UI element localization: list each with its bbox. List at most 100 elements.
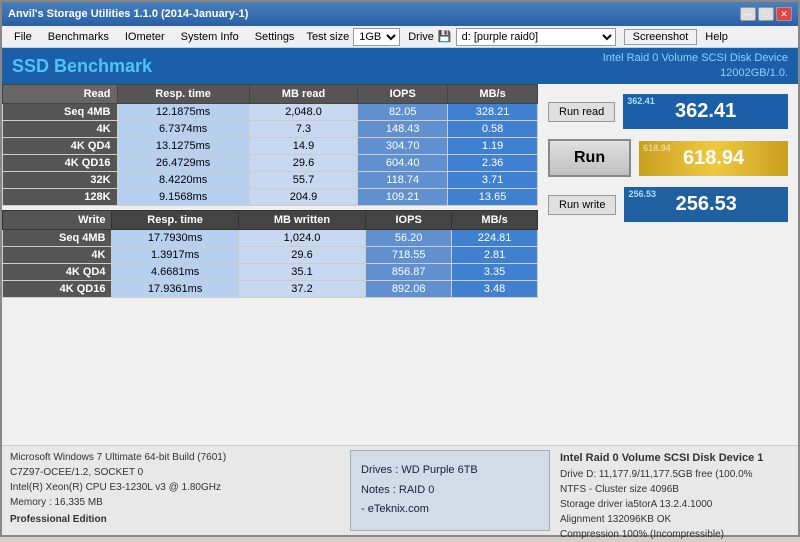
bottom-bar: Microsoft Windows 7 Ultimate 64-bit Buil… [2, 445, 798, 535]
minimize-button[interactable]: ─ [740, 7, 756, 21]
write-score-sublabel: 256.53 [628, 189, 656, 199]
col-mbs: MB/s [448, 85, 538, 104]
row-label: Seq 4MB [3, 104, 118, 121]
row-resp: 6.7374ms [117, 121, 249, 138]
drives-line1: Drives : WD Purple 6TB [361, 461, 539, 481]
row-mb: 2,048.0 [249, 104, 358, 121]
row-label: 4K [3, 121, 118, 138]
test-size-group: Test size 1GB 4GB 8GB [306, 28, 400, 46]
header-bar: SSD Benchmark Intel Raid 0 Volume SCSI D… [2, 48, 798, 84]
title-bar: Anvil's Storage Utilities 1.1.0 (2014-Ja… [2, 2, 798, 26]
read-score-box: 362.41 362.41 [623, 94, 788, 129]
table-row: 4K QD16 17.9361ms 37.2 892.08 3.48 [3, 281, 538, 298]
table-row: Seq 4MB 12.1875ms 2,048.0 82.05 328.21 [3, 104, 538, 121]
help-menu[interactable]: Help [697, 29, 736, 45]
file-menu[interactable]: File [6, 29, 40, 45]
col-mb-written: MB written [238, 211, 365, 230]
row-mb: 1,024.0 [238, 230, 365, 247]
table-row: 128K 9.1568ms 204.9 109.21 13.65 [3, 189, 538, 206]
window-controls: ─ □ ✕ [740, 7, 792, 21]
table-row: 4K QD16 26.4729ms 29.6 604.40 2.36 [3, 155, 538, 172]
row-mbs: 2.36 [448, 155, 538, 172]
row-mbs: 0.58 [448, 121, 538, 138]
drives-line2: Notes : RAID 0 [361, 481, 539, 501]
table-row: 32K 8.4220ms 55.7 118.74 3.71 [3, 172, 538, 189]
run-write-button[interactable]: Run write [548, 195, 616, 215]
row-iops: 109.21 [358, 189, 448, 206]
row-resp: 17.9361ms [112, 281, 238, 298]
row-iops: 856.87 [366, 264, 452, 281]
iometer-menu[interactable]: IOmeter [117, 29, 173, 45]
col-resp-time-w: Resp. time [112, 211, 238, 230]
drive-group: Drive 💾 d: [purple raid0] [408, 28, 615, 46]
row-label: 128K [3, 189, 118, 206]
col-resp-time: Resp. time [117, 85, 249, 104]
col-read: Read [3, 85, 118, 104]
row-label: 4K QD16 [3, 155, 118, 172]
row-label: Seq 4MB [3, 230, 112, 247]
row-mbs: 13.65 [448, 189, 538, 206]
run-total-group: Run 618.94 618.94 [548, 139, 788, 177]
screenshot-button[interactable]: Screenshot [624, 29, 698, 45]
benchmark-area: Read Resp. time MB read IOPS MB/s Seq 4M… [2, 84, 538, 445]
sys-line-3: Intel(R) Xeon(R) CPU E3-1230L v3 @ 1.80G… [10, 480, 340, 495]
read-table: Read Resp. time MB read IOPS MB/s Seq 4M… [2, 84, 538, 206]
row-iops: 56.20 [366, 230, 452, 247]
test-size-label: Test size [306, 31, 349, 43]
drive-select[interactable]: d: [purple raid0] [456, 28, 616, 46]
professional-edition-label: Professional Edition [10, 512, 340, 527]
row-mb: 55.7 [249, 172, 358, 189]
col-iops-w: IOPS [366, 211, 452, 230]
row-mb: 7.3 [249, 121, 358, 138]
row-iops: 892.08 [366, 281, 452, 298]
row-mb: 37.2 [238, 281, 365, 298]
system-info-menu[interactable]: System Info [173, 29, 247, 45]
benchmarks-menu[interactable]: Benchmarks [40, 29, 117, 45]
device-detail-line5: Alignment 132096KB OK [560, 512, 790, 527]
close-button[interactable]: ✕ [776, 7, 792, 21]
table-row: 4K QD4 4.6681ms 35.1 856.87 3.35 [3, 264, 538, 281]
row-iops: 304.70 [358, 138, 448, 155]
read-score-value: 362.41 [675, 100, 736, 122]
device-detail-line6: Compression 100% (Incompressible) [560, 527, 790, 542]
read-header-row: Read Resp. time MB read IOPS MB/s [3, 85, 538, 104]
write-table: Write Resp. time MB written IOPS MB/s Se… [2, 210, 538, 298]
row-mbs: 1.19 [448, 138, 538, 155]
run-read-button[interactable]: Run read [548, 102, 615, 122]
row-label: 4K QD4 [3, 264, 112, 281]
row-label: 4K [3, 247, 112, 264]
menu-bar: File Benchmarks IOmeter System Info Sett… [2, 26, 798, 48]
run-read-group: Run read 362.41 362.41 [548, 94, 788, 129]
run-button[interactable]: Run [548, 139, 631, 177]
row-mbs: 3.35 [452, 264, 538, 281]
test-size-select[interactable]: 1GB 4GB 8GB [353, 28, 400, 46]
row-mb: 35.1 [238, 264, 365, 281]
system-info: Microsoft Windows 7 Ultimate 64-bit Buil… [10, 450, 350, 531]
row-resp: 26.4729ms [117, 155, 249, 172]
maximize-button[interactable]: □ [758, 7, 774, 21]
device-detail-line1: Intel Raid 0 Volume SCSI Disk Device 1 [560, 450, 790, 467]
row-resp: 1.3917ms [112, 247, 238, 264]
row-label: 4K QD16 [3, 281, 112, 298]
settings-menu[interactable]: Settings [247, 29, 303, 45]
col-mbs-w: MB/s [452, 211, 538, 230]
read-score-sublabel: 362.41 [627, 96, 655, 106]
drives-notes: Drives : WD Purple 6TB Notes : RAID 0 - … [350, 450, 550, 531]
row-iops: 82.05 [358, 104, 448, 121]
drive-label: Drive [408, 31, 434, 43]
drives-line3: - eTeknix.com [361, 500, 539, 520]
row-iops: 604.40 [358, 155, 448, 172]
total-score-value: 618.94 [683, 147, 744, 169]
row-mbs: 3.71 [448, 172, 538, 189]
row-mbs: 224.81 [452, 230, 538, 247]
device-info: Intel Raid 0 Volume SCSI Disk Device 120… [603, 51, 788, 82]
col-write: Write [3, 211, 112, 230]
sys-line-2: C7Z97-OCEE/1.2, SOCKET 0 [10, 465, 340, 480]
right-panel: Run read 362.41 362.41 Run 618.94 618.94… [538, 84, 798, 445]
row-mb: 14.9 [249, 138, 358, 155]
row-resp: 12.1875ms [117, 104, 249, 121]
row-iops: 118.74 [358, 172, 448, 189]
row-resp: 17.7930ms [112, 230, 238, 247]
ssd-benchmark-title: SSD Benchmark [12, 56, 152, 77]
drive-icon: 💾 [438, 30, 452, 43]
